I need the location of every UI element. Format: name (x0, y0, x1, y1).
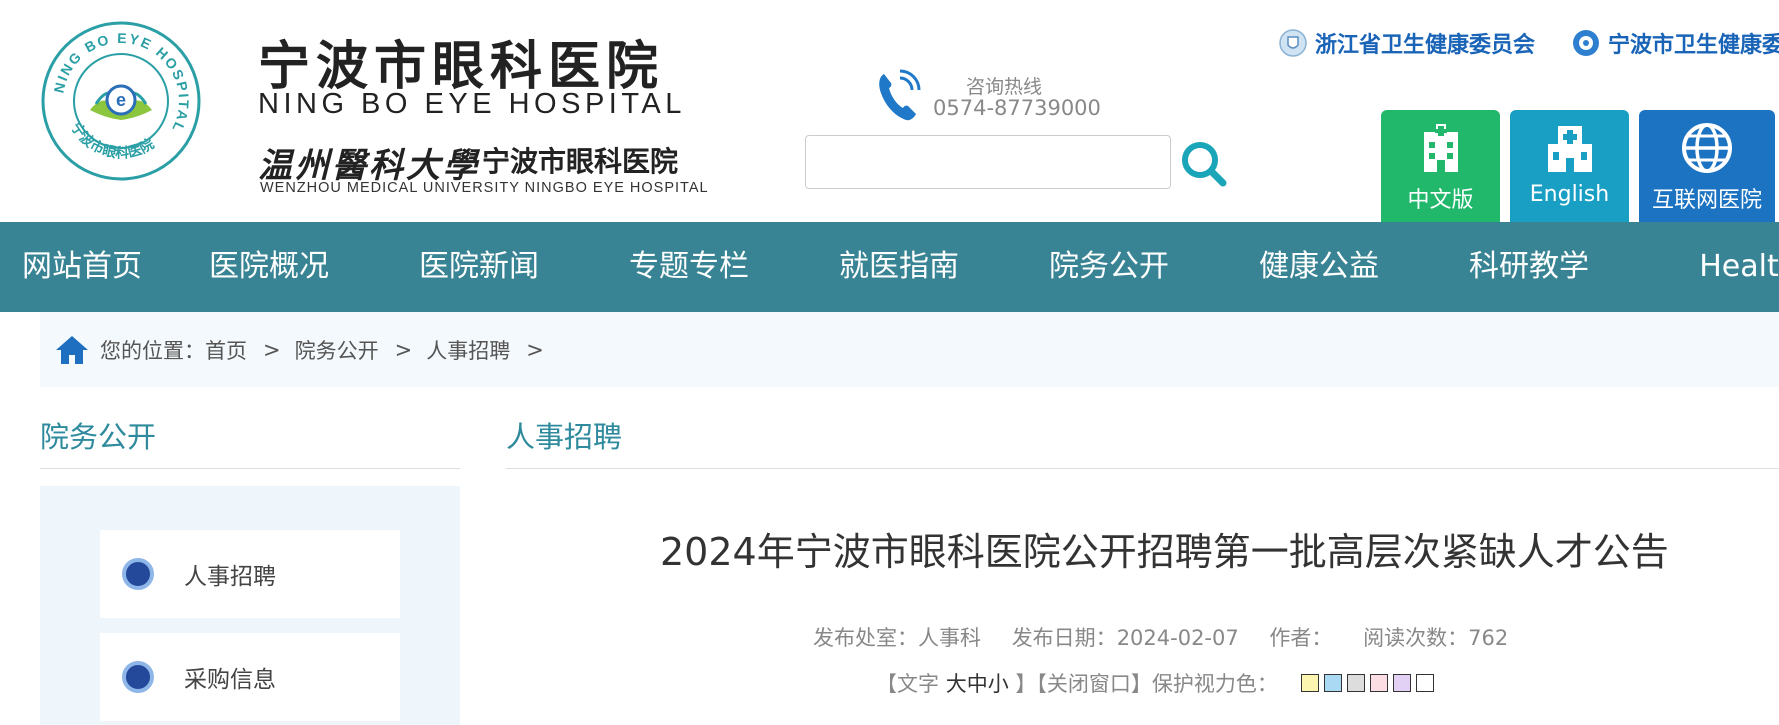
close-window-link[interactable]: 关闭窗口 (1047, 668, 1131, 698)
globe-icon (1682, 123, 1732, 173)
english-version-button[interactable]: English (1510, 110, 1629, 222)
nav-item-health[interactable]: Healt (1634, 222, 1779, 312)
tools-end-bracket: 】 (1130, 672, 1152, 696)
hospital-name-cn-secondary: 宁波市眼科医院 (482, 145, 679, 178)
breadcrumb-affairs[interactable]: 院务公开 (295, 335, 379, 365)
eye-protect-label: 保护视力色： (1151, 672, 1278, 696)
font-size-medium[interactable]: 中 (967, 668, 988, 698)
font-size-small[interactable]: 小 (988, 668, 1009, 698)
tools-mid-bracket: 】【 (1015, 672, 1047, 696)
internet-hospital-button[interactable]: 互联网医院 (1639, 110, 1775, 222)
color-swatch-blue[interactable] (1323, 674, 1342, 692)
tools-open-bracket: 【文字 (876, 672, 939, 696)
breadcrumb-home[interactable]: 首页 (205, 335, 247, 365)
nav-item-visit-guide[interactable]: 就医指南 (794, 222, 1004, 312)
nav-item-affairs[interactable]: 院务公开 (1004, 222, 1214, 312)
color-swatch-yellow[interactable] (1300, 674, 1319, 692)
nav-item-home[interactable]: 网站首页 (0, 222, 164, 312)
sidebar-divider (40, 468, 460, 469)
meta-date-label: 发布日期： (1011, 626, 1117, 650)
meta-views: 762 (1468, 626, 1509, 650)
hospital-cross-icon (1547, 126, 1592, 172)
hospital-name-en: NING BO EYE HOSPITAL (258, 88, 686, 120)
hospital-building-icon (1423, 124, 1458, 172)
color-swatch-pink[interactable] (1369, 674, 1388, 692)
section-title: 人事招聘 (506, 420, 623, 454)
section-divider (506, 468, 1779, 469)
nav-item-overview[interactable]: 医院概况 (164, 222, 374, 312)
meta-date: 2024-02-07 (1116, 626, 1239, 650)
link-ningbo-health-commission[interactable]: 宁波市卫生健康委 (1572, 28, 1779, 58)
article-meta: 发布处室：人事科 发布日期：2024-02-07 作者： 阅读次数：762 (813, 622, 1508, 652)
meta-dept-label: 发布处室： (813, 626, 918, 650)
search-icon[interactable] (1180, 140, 1230, 190)
nav-item-news[interactable]: 医院新闻 (374, 222, 584, 312)
search-button[interactable] (1180, 140, 1230, 190)
svg-text:e: e (116, 90, 126, 110)
sidebar-item-recruitment[interactable]: 人事招聘 (100, 530, 400, 618)
breadcrumb-separator: > (526, 337, 544, 362)
sidebar-item-label[interactable]: 人事招聘 (184, 557, 276, 591)
university-name-en: WENZHOU MEDICAL UNIVERSITY NINGBO EYE HO… (260, 180, 709, 196)
emblem-icon (1279, 29, 1307, 57)
color-swatch-white[interactable] (1415, 674, 1434, 692)
hospital-logo[interactable]: NING BO EYE HOSPITAL 宁波市眼科医院 e (40, 20, 202, 182)
link-zhejiang-health-commission[interactable]: 浙江省卫生健康委员会 (1279, 28, 1535, 58)
color-swatches (1296, 674, 1434, 692)
svg-text:宁波市眼科医院: 宁波市眼科医院 (67, 120, 157, 162)
breadcrumb: 您的位置： 首页 > 院务公开 > 人事招聘 > (40, 312, 1779, 387)
color-swatch-purple[interactable] (1392, 674, 1411, 692)
article-tools: 【文字 大 中 小 】【 关闭窗口 】 保护视力色： (876, 668, 1434, 698)
top-link-label[interactable]: 宁波市卫生健康委 (1608, 27, 1779, 59)
color-swatch-gray[interactable] (1346, 674, 1365, 692)
logo-ring-text: NING BO EYE HOSPITAL (50, 30, 190, 136)
hotline-number[interactable]: 0574-87739000 (933, 96, 1101, 120)
breadcrumb-separator: > (263, 337, 281, 362)
meta-dept: 人事科 (918, 626, 981, 650)
sidebar-item-label[interactable]: 采购信息 (184, 660, 276, 694)
search-input[interactable] (805, 135, 1171, 189)
radio-bullet-icon (122, 558, 154, 590)
meta-views-label: 阅读次数： (1363, 626, 1469, 650)
breadcrumb-recruitment[interactable]: 人事招聘 (426, 335, 510, 365)
logo-inner-text: 宁波市眼科医院 (67, 120, 157, 162)
emblem-icon (1573, 30, 1599, 56)
sidebar-item-procurement[interactable]: 采购信息 (100, 633, 400, 721)
font-size-large[interactable]: 大 (946, 668, 967, 698)
phone-icon (876, 68, 922, 122)
radio-bullet-icon (122, 661, 154, 693)
version-label[interactable]: English (1510, 182, 1629, 207)
nav-item-research[interactable]: 科研教学 (1424, 222, 1634, 312)
sidebar-title: 院务公开 (40, 420, 157, 454)
nav-item-health-welfare[interactable]: 健康公益 (1214, 222, 1424, 312)
hotline-label: 咨询热线 (966, 76, 1043, 98)
article-title: 2024年宁波市眼科医院公开招聘第一批高层次紧缺人才公告 (660, 530, 1669, 574)
breadcrumb-label: 您的位置： (100, 338, 205, 363)
version-label[interactable]: 互联网医院 (1639, 182, 1775, 214)
top-link-label[interactable]: 浙江省卫生健康委员会 (1315, 27, 1535, 59)
svg-text:NING BO EYE HOSPITAL: NING BO EYE HOSPITAL (50, 30, 192, 136)
home-icon[interactable] (54, 334, 90, 366)
meta-author-label: 作者： (1269, 626, 1333, 650)
nav-item-special-topics[interactable]: 专题专栏 (584, 222, 794, 312)
chinese-version-button[interactable]: 中文版 (1381, 110, 1500, 222)
version-label[interactable]: 中文版 (1381, 182, 1500, 214)
main-nav: 网站首页 医院概况 医院新闻 专题专栏 就医指南 院务公开 健康公益 科研教学 … (0, 222, 1779, 312)
breadcrumb-separator: > (394, 337, 413, 362)
